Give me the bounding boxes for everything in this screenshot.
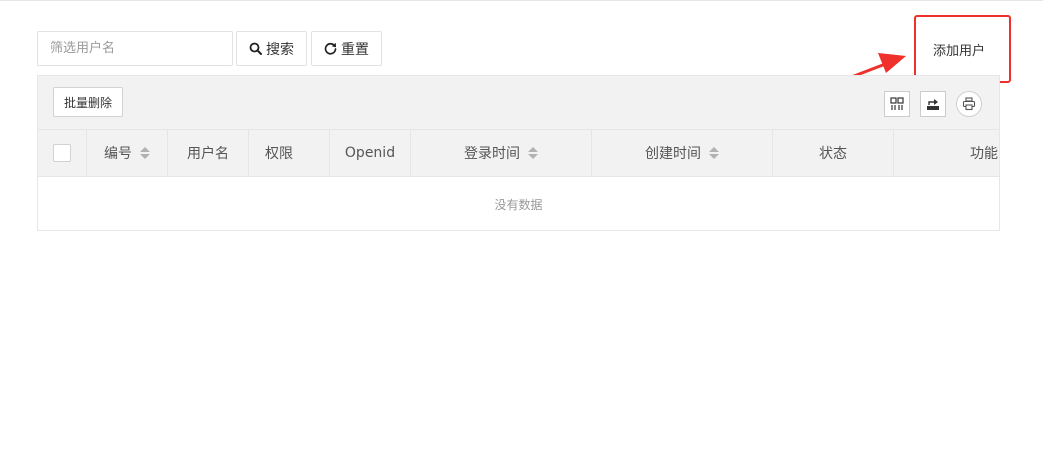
search-icon	[249, 42, 262, 55]
column-header-permission: 权限	[249, 130, 330, 176]
search-button-label: 搜索	[266, 41, 294, 58]
sort-icon[interactable]	[528, 147, 538, 159]
reset-button-label: 重置	[341, 41, 369, 58]
column-header-created-time[interactable]: 创建时间	[592, 130, 773, 176]
table-header: 编号 用户名 权限 Openid 登录时间 创建时间 状态 功能	[38, 130, 999, 177]
sort-icon[interactable]	[140, 147, 150, 159]
username-filter-input[interactable]	[37, 31, 233, 66]
annotation-arrow	[779, 53, 906, 106]
column-header-actions: 功能	[970, 146, 998, 162]
sort-icon[interactable]	[709, 147, 719, 159]
columns-icon[interactable]	[884, 91, 910, 117]
select-all-cell	[38, 130, 87, 176]
empty-state-row: 没有数据	[38, 177, 999, 230]
empty-state-text: 没有数据	[494, 198, 543, 212]
reset-button[interactable]: 重置	[311, 31, 382, 66]
export-icon[interactable]	[920, 91, 946, 117]
add-user-button[interactable]: 添加用户	[920, 35, 998, 63]
print-icon[interactable]	[956, 91, 982, 117]
table-toolbar: 批量删除	[38, 76, 999, 130]
refresh-icon	[324, 42, 337, 55]
user-table: 批量删除 编号 用户名 权限 Openid 登录时间 创建时间 状态 功能 没有…	[37, 75, 1000, 231]
column-header-openid: Openid	[330, 130, 411, 176]
column-header-id[interactable]: 编号	[87, 130, 168, 176]
batch-delete-button[interactable]: 批量删除	[53, 87, 124, 117]
user-management-page: 搜索 重置 添加用户 批量删除	[0, 0, 1043, 461]
search-button[interactable]: 搜索	[236, 31, 307, 66]
column-header-login-time[interactable]: 登录时间	[411, 130, 592, 176]
column-header-username: 用户名	[168, 130, 249, 176]
column-header-status: 状态	[773, 130, 894, 176]
select-all-checkbox[interactable]	[53, 144, 71, 162]
